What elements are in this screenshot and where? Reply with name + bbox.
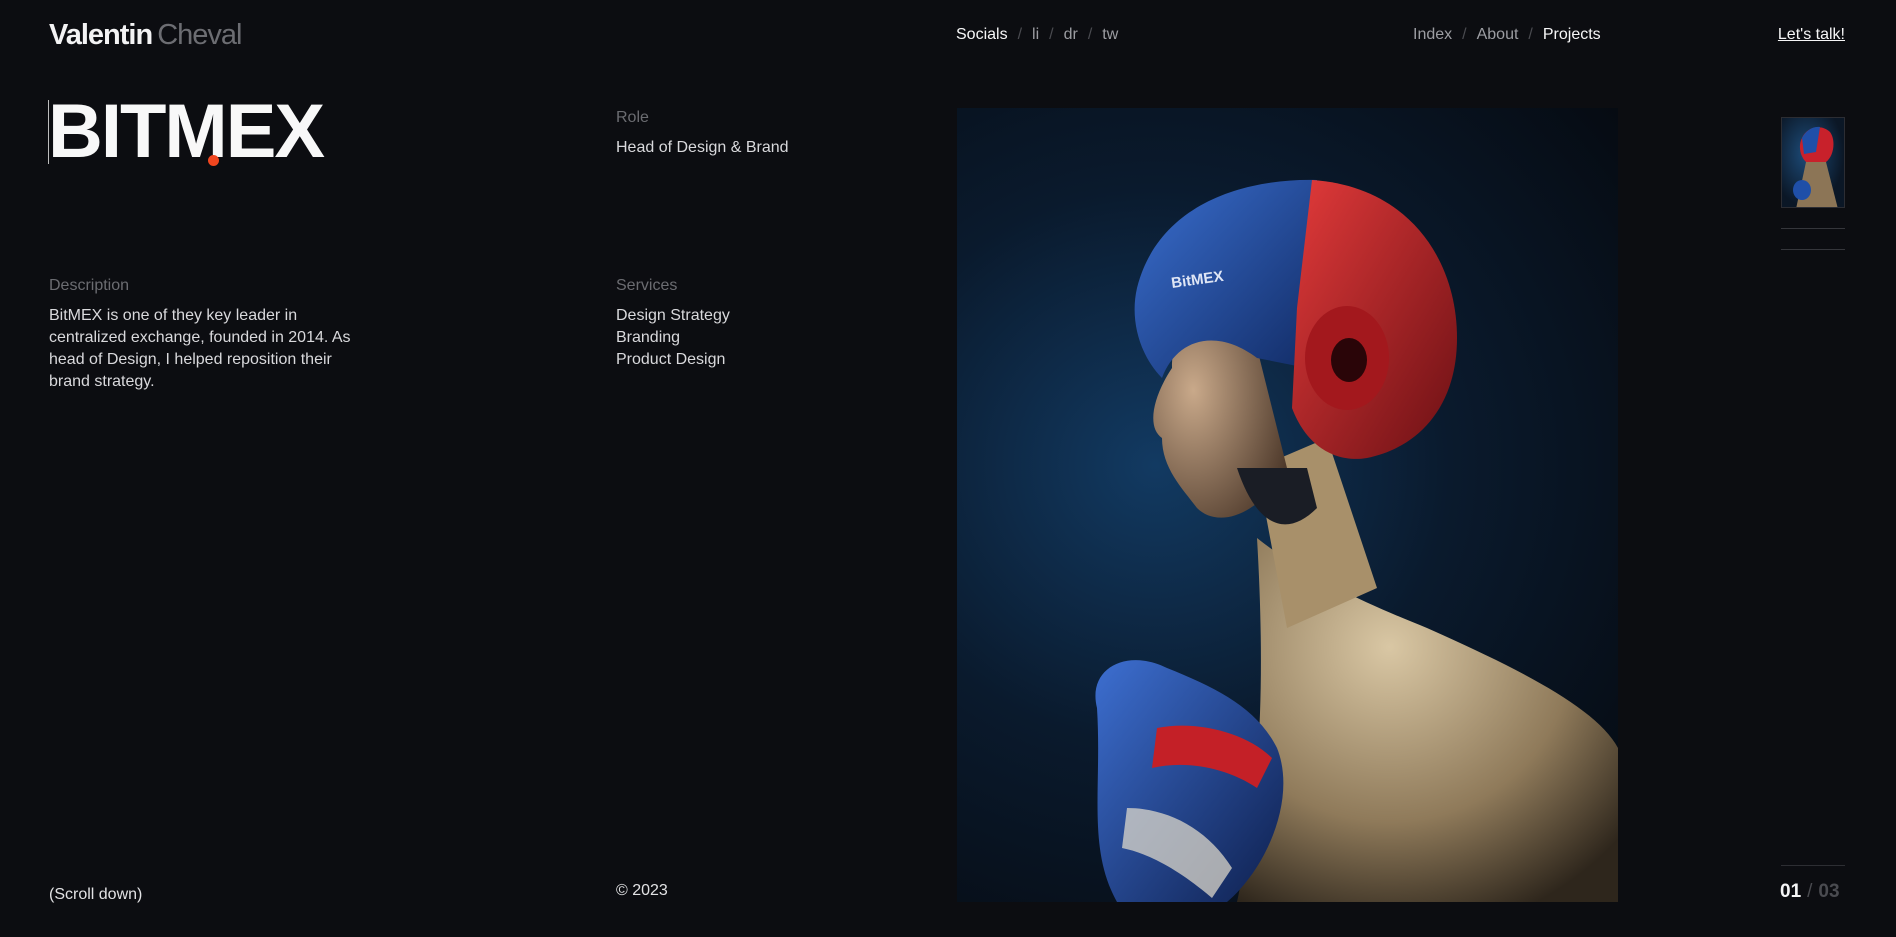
separator: / [1087, 26, 1093, 43]
main-nav: Index / About / Projects [1413, 26, 1601, 44]
counter-current: 01 [1780, 881, 1802, 902]
social-link-twitter[interactable]: tw [1102, 26, 1118, 44]
role-value: Head of Design & Brand [616, 139, 789, 156]
socials-nav: Socials / li / dr / tw [956, 26, 1118, 44]
services-label: Services [616, 277, 678, 294]
separator: / [1017, 26, 1023, 43]
description-label: Description [49, 277, 130, 294]
project-title: BITMEX [48, 89, 325, 174]
lets-talk-link[interactable]: Let's talk! [1778, 26, 1845, 44]
role-label: Role [616, 109, 649, 126]
project-thumbnail[interactable] [1781, 117, 1845, 208]
service-item: Design Strategy [616, 307, 730, 324]
nav-item-about[interactable]: About [1477, 26, 1519, 44]
project-title-block: BITMEX [48, 89, 325, 174]
social-link-dribbble[interactable]: dr [1064, 26, 1078, 44]
site-logo[interactable]: Valentin Cheval [49, 19, 242, 52]
accent-dot [208, 155, 219, 166]
separator: / [1528, 26, 1533, 43]
thumbnail-divider [1781, 228, 1845, 229]
text-cursor [48, 100, 49, 164]
role-block: Role Head of Design & Brand [616, 109, 789, 159]
nav-item-index[interactable]: Index [1413, 26, 1452, 44]
service-item: Product Design [616, 351, 726, 368]
service-item: Branding [616, 329, 681, 346]
social-link-linkedin[interactable]: li [1032, 26, 1039, 44]
project-page: Valentin Cheval Socials / li / dr / tw In… [0, 0, 1896, 937]
description-text: BitMEX is one of they key leader in cent… [49, 307, 351, 390]
thumbnail-divider [1781, 249, 1845, 250]
counter-total: 03 [1818, 881, 1840, 902]
separator: / [1049, 26, 1054, 43]
nav-item-projects[interactable]: Projects [1543, 26, 1601, 44]
counter-divider [1781, 865, 1845, 866]
scroll-down-hint[interactable]: (Scroll down) [49, 886, 142, 904]
logo-last-name: Cheval [157, 19, 242, 51]
description-block: Description BitMEX is one of they key le… [49, 277, 359, 393]
counter-separator: / [1807, 881, 1813, 902]
socials-label: Socials [956, 26, 1008, 43]
copyright: © 2023 [616, 882, 668, 899]
logo-first-name: Valentin [49, 19, 153, 51]
project-hero-image: BitMEX [957, 108, 1618, 902]
project-counter: 01/03 [1780, 881, 1840, 903]
separator: / [1462, 26, 1467, 43]
services-block: Services Design Strategy Branding Produc… [616, 277, 730, 371]
thumbnail-image [1793, 126, 1838, 207]
boxer-illustration: BitMEX [1095, 179, 1618, 902]
